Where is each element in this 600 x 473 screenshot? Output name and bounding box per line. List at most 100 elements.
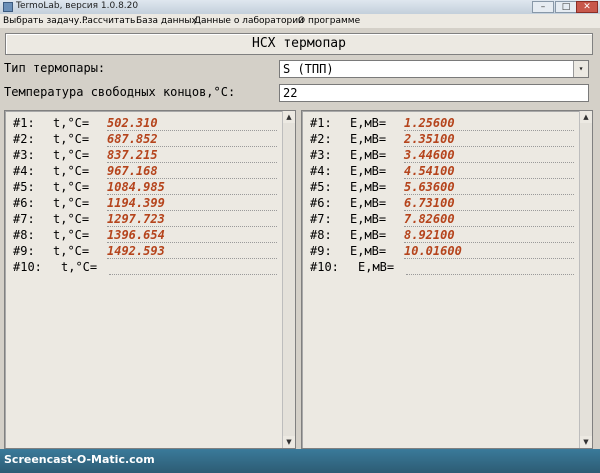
watermark: Screencast-O-Matic.com <box>4 453 155 466</box>
temperature-row-index: #2: <box>13 132 35 146</box>
temperature-row-label: t,°C= <box>53 212 90 226</box>
emf-row: #6: E,мВ= 6.73100 <box>302 196 574 212</box>
emf-row-underline <box>404 242 574 243</box>
emf-row-underline <box>404 130 574 131</box>
emf-row-underline <box>404 162 574 163</box>
emf-row-value[interactable]: 4.54100 <box>404 164 455 178</box>
temperature-row-underline <box>107 226 277 227</box>
emf-row-value[interactable]: 8.92100 <box>404 228 455 242</box>
emf-row-index: #7: <box>310 212 332 226</box>
emf-row: #7: E,мВ= 7.82600 <box>302 212 574 228</box>
temperature-row-index: #7: <box>13 212 35 226</box>
emf-row-index: #6: <box>310 196 332 210</box>
temperature-row-label: t,°C= <box>53 148 90 162</box>
emf-row-value[interactable]: 1.25600 <box>404 116 455 130</box>
thermocouple-type-select[interactable]: S (ТПП) ▾ <box>279 60 589 78</box>
emf-row-underline <box>404 226 574 227</box>
emf-row-label: E,мВ= <box>350 180 387 194</box>
temperature-row-index: #1: <box>13 116 35 130</box>
emf-results-panel: ▲ ▼ #1: E,мВ= 1.25600 #2: E,мВ= 2.35100 #3: E,м… <box>301 110 593 449</box>
temperature-row-underline <box>109 274 277 275</box>
emf-row-value[interactable]: 3.44600 <box>404 148 455 162</box>
emf-row-label: E,мВ= <box>358 260 395 274</box>
scroll-up-icon[interactable]: ▲ <box>580 111 592 123</box>
scroll-down-icon[interactable]: ▼ <box>580 436 592 448</box>
left-scrollbar[interactable]: ▲ ▼ <box>282 111 295 448</box>
emf-row-value[interactable]: 7.82600 <box>404 212 455 226</box>
close-button[interactable]: ✕ <box>576 1 598 13</box>
temperature-row: #6: t,°C= 1194.399 <box>5 196 277 212</box>
emf-row-index: #2: <box>310 132 332 146</box>
emf-row-label: E,мВ= <box>350 212 387 226</box>
temperature-row-value[interactable]: 837.215 <box>107 148 158 162</box>
emf-row-label: E,мВ= <box>350 196 387 210</box>
menu-item-database[interactable]: База данных <box>136 16 197 26</box>
temperature-row-value[interactable]: 967.168 <box>107 164 158 178</box>
temperature-row-label: t,°C= <box>53 164 90 178</box>
emf-row-value[interactable]: 5.63600 <box>404 180 455 194</box>
temperature-row-underline <box>107 162 277 163</box>
emf-row: #5: E,мВ= 5.63600 <box>302 180 574 196</box>
thermocouple-type-value: S (ТПП) <box>283 62 334 76</box>
minimize-button[interactable]: – <box>532 1 554 13</box>
free-end-temperature-label: Температура свободных концов,°С: <box>4 85 236 99</box>
free-end-temperature-input[interactable]: 22 <box>279 84 589 102</box>
menu-item-lab-data[interactable]: Данные о лаборатории <box>194 16 304 26</box>
temperature-row-label: t,°C= <box>61 260 98 274</box>
temperature-row-value[interactable]: 502.310 <box>107 116 158 130</box>
emf-row: #2: E,мВ= 2.35100 <box>302 132 574 148</box>
emf-row: #9: E,мВ= 10.01600 <box>302 244 574 260</box>
temperature-row-value[interactable]: 687.852 <box>107 132 158 146</box>
menu-item-select-task[interactable]: Выбрать задачу... <box>3 16 88 26</box>
temperature-row: #7: t,°C= 1297.723 <box>5 212 277 228</box>
emf-row-label: E,мВ= <box>350 244 387 258</box>
menu-item-about[interactable]: О программе <box>298 16 360 26</box>
emf-row-underline <box>404 194 574 195</box>
scroll-down-icon[interactable]: ▼ <box>283 436 295 448</box>
temperature-row: #10: t,°C= <box>5 260 277 276</box>
emf-row: #8: E,мВ= 8.92100 <box>302 228 574 244</box>
menu-item-calculate[interactable]: Рассчитать <box>82 16 135 26</box>
temperature-row: #1: t,°C= 502.310 <box>5 116 277 132</box>
title-bar: TermoLab, версия 1.0.8.20 – □ ✕ <box>0 0 600 14</box>
window-title: TermoLab, версия 1.0.8.20 <box>16 1 139 11</box>
nsh-thermocouple-button[interactable]: НСХ термопар <box>5 33 593 55</box>
emf-row-label: E,мВ= <box>350 228 387 242</box>
temperature-row-label: t,°C= <box>53 244 90 258</box>
emf-row-index: #3: <box>310 148 332 162</box>
temperature-row-underline <box>107 194 277 195</box>
temperature-row-value[interactable]: 1084.985 <box>107 180 165 194</box>
maximize-button[interactable]: □ <box>555 1 577 13</box>
temperature-row-index: #5: <box>13 180 35 194</box>
temperature-row-value[interactable]: 1297.723 <box>107 212 165 226</box>
emf-row-underline <box>404 258 574 259</box>
temperature-row-underline <box>107 178 277 179</box>
temperature-row: #2: t,°C= 687.852 <box>5 132 277 148</box>
emf-row-value[interactable]: 2.35100 <box>404 132 455 146</box>
scroll-up-icon[interactable]: ▲ <box>283 111 295 123</box>
temperature-row-underline <box>107 146 277 147</box>
temperature-row-label: t,°C= <box>53 116 90 130</box>
temperature-row-value[interactable]: 1194.399 <box>107 196 165 210</box>
temperature-row-label: t,°C= <box>53 132 90 146</box>
temperature-row-underline <box>107 210 277 211</box>
emf-row-underline <box>404 210 574 211</box>
app-icon <box>3 2 13 12</box>
right-scrollbar[interactable]: ▲ ▼ <box>579 111 592 448</box>
emf-row-value[interactable]: 10.01600 <box>404 244 462 258</box>
chevron-down-icon[interactable]: ▾ <box>573 61 588 77</box>
emf-row-value[interactable]: 6.73100 <box>404 196 455 210</box>
emf-row-underline <box>404 146 574 147</box>
emf-row: #4: E,мВ= 4.54100 <box>302 164 574 180</box>
temperature-row-index: #9: <box>13 244 35 258</box>
emf-row-label: E,мВ= <box>350 132 387 146</box>
emf-row-label: E,мВ= <box>350 148 387 162</box>
temperature-row: #4: t,°C= 967.168 <box>5 164 277 180</box>
temperature-row-label: t,°C= <box>53 196 90 210</box>
emf-row-underline <box>404 178 574 179</box>
temperature-row-value[interactable]: 1492.593 <box>107 244 165 258</box>
temperature-row-label: t,°C= <box>53 180 90 194</box>
temperature-row-index: #8: <box>13 228 35 242</box>
temperature-row-value[interactable]: 1396.654 <box>107 228 165 242</box>
temperature-row-underline <box>107 258 277 259</box>
